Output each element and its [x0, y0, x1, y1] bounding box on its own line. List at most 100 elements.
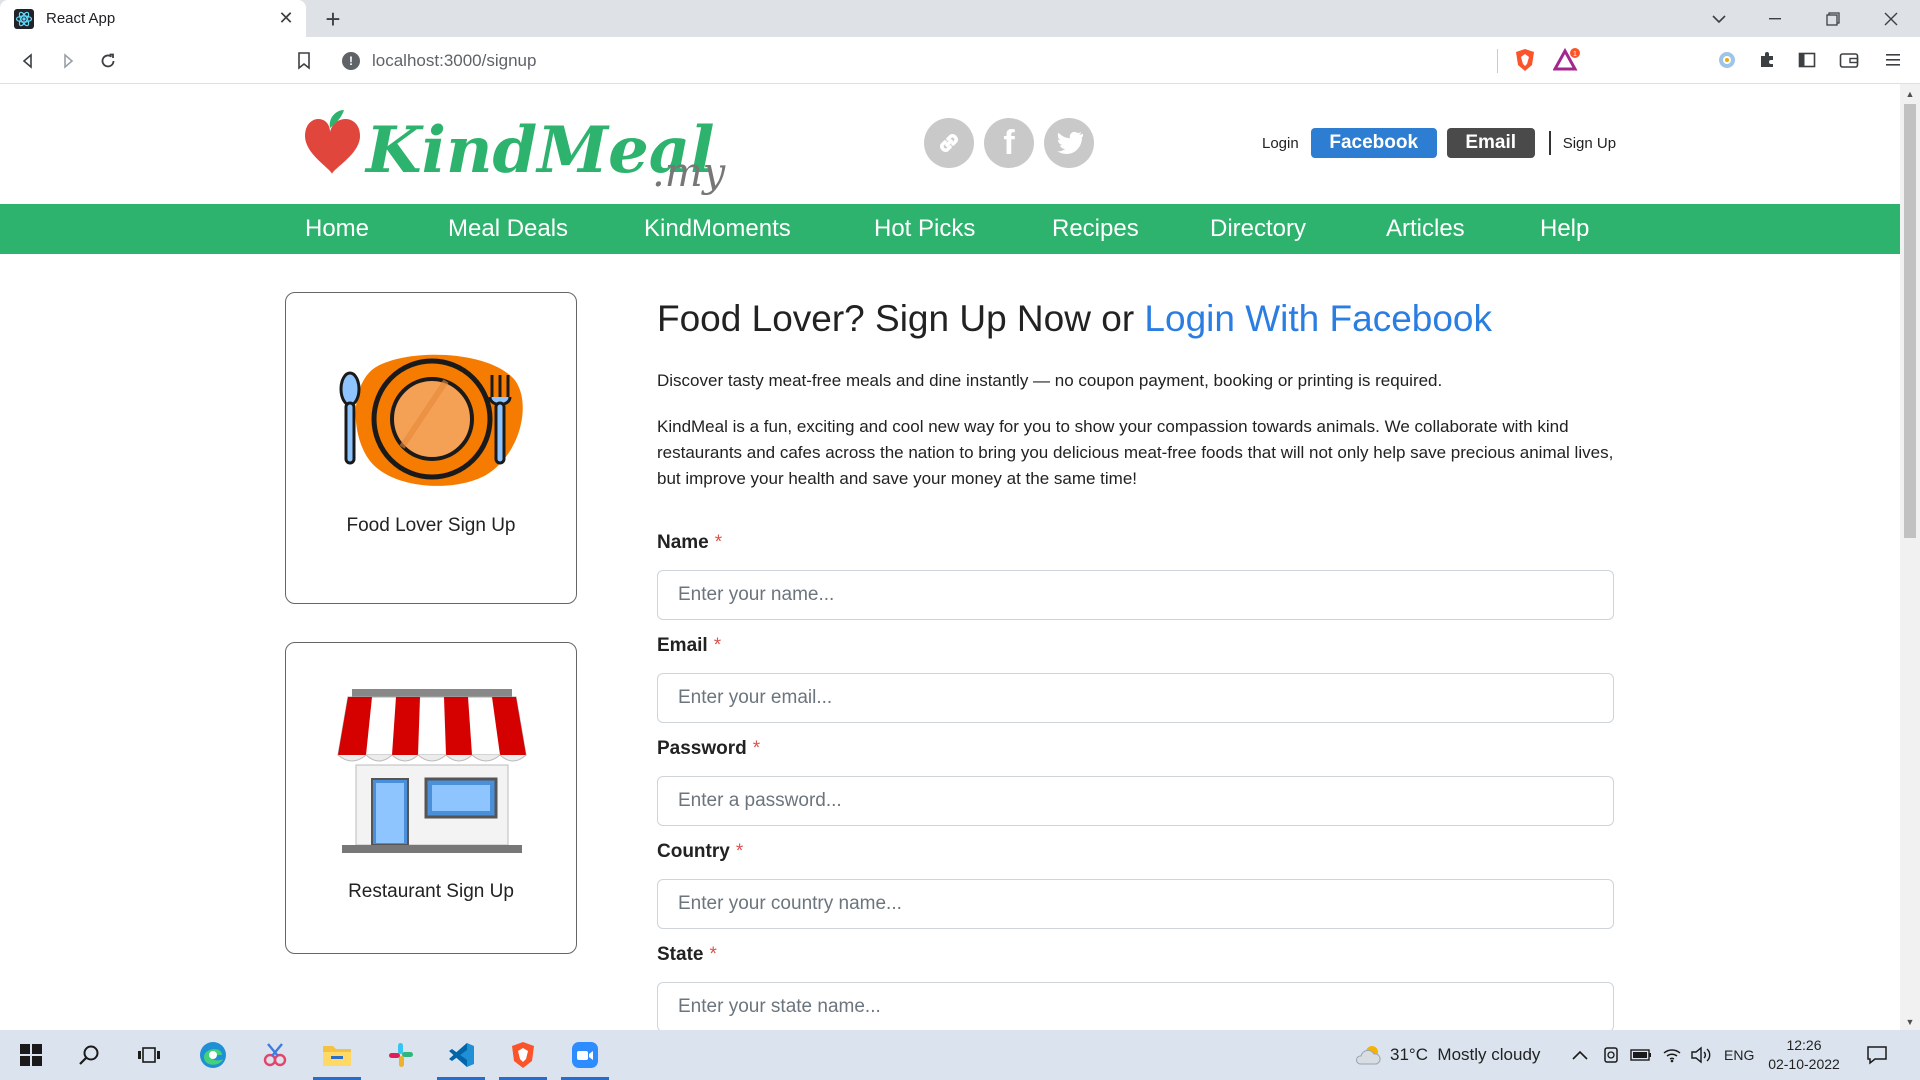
nav-hot-picks[interactable]: Hot Picks [874, 204, 975, 254]
scroll-down-arrow-icon[interactable]: ▼ [1900, 1014, 1920, 1030]
back-button[interactable] [12, 45, 44, 77]
menu-icon[interactable] [1878, 45, 1908, 75]
cloudy-weather-icon [1356, 1046, 1381, 1065]
battery-icon[interactable] [1630, 1030, 1652, 1080]
tab-search-icon[interactable] [1696, 0, 1742, 37]
weather-widget[interactable]: 31°C Mostly cloudy [1354, 1030, 1540, 1080]
tab-title: React App [46, 10, 116, 27]
brave-shields-icon[interactable] [1510, 45, 1540, 75]
weather-text: 31°C Mostly cloudy [1390, 1045, 1541, 1064]
email-label: Email * [657, 635, 721, 657]
sidebar-toggle-icon[interactable] [1792, 45, 1822, 75]
state-label-text: State [657, 944, 704, 965]
intro-text: Discover tasty meat-free meals and dine … [657, 371, 1443, 390]
page-title: Food Lover? Sign Up Now or Login With Fa… [657, 298, 1492, 340]
password-input[interactable] [657, 776, 1614, 826]
bookmark-icon[interactable] [288, 45, 320, 77]
clock[interactable]: 12:26 02-10-2022 [1768, 1030, 1840, 1080]
close-window-button[interactable] [1868, 0, 1914, 37]
brave-browser-icon[interactable] [506, 1038, 540, 1072]
login-with-facebook-link[interactable]: Login With Facebook [1144, 298, 1492, 339]
device-icon[interactable] [1602, 1030, 1620, 1080]
nav-meal-deals[interactable]: Meal Deals [448, 204, 568, 254]
state-label: State * [657, 944, 717, 966]
email-login-button[interactable]: Email [1446, 128, 1535, 158]
state-input[interactable] [657, 982, 1614, 1030]
wifi-icon[interactable] [1662, 1030, 1682, 1080]
link-share-icon[interactable] [924, 118, 974, 168]
show-hidden-icons[interactable] [1572, 1030, 1588, 1080]
nav-home[interactable]: Home [305, 204, 369, 254]
file-explorer-icon[interactable] [320, 1038, 354, 1072]
edge-icon[interactable] [196, 1038, 230, 1072]
extension-icon[interactable] [1712, 45, 1742, 75]
headline-text: Food Lover? Sign Up Now or [657, 298, 1145, 339]
browser-tab[interactable]: React App ✕ [0, 0, 306, 37]
name-input[interactable] [657, 570, 1614, 620]
react-icon [14, 8, 34, 29]
windows-start-icon[interactable] [14, 1038, 48, 1072]
url-text: localhost:3000/signup [372, 50, 537, 70]
nav-directory[interactable]: Directory [1210, 204, 1306, 254]
logo-suffix: .my [652, 150, 727, 196]
slack-icon[interactable] [384, 1038, 418, 1072]
language-indicator[interactable]: ENG [1724, 1030, 1754, 1080]
close-tab-icon[interactable]: ✕ [272, 5, 300, 33]
nav-kindmoments[interactable]: KindMoments [644, 204, 791, 254]
snipping-tool-icon[interactable] [258, 1038, 292, 1072]
storefront-icon [337, 689, 527, 853]
country-input[interactable] [657, 879, 1614, 929]
brave-rewards-icon[interactable]: 1 [1552, 45, 1582, 75]
nav-articles[interactable]: Articles [1386, 204, 1465, 254]
url-bar[interactable]: ! localhost:3000/signup [332, 43, 1592, 78]
required-mark: * [752, 738, 761, 759]
facebook-login-button[interactable]: Facebook [1310, 128, 1437, 158]
password-label-text: Password [657, 738, 747, 759]
restore-button[interactable] [1810, 0, 1856, 37]
main-navigation: Home Meal Deals KindMoments Hot Picks Re… [0, 204, 1900, 254]
required-mark: * [714, 532, 723, 553]
page-scrollbar[interactable]: ▲ ▼ [1900, 84, 1920, 1030]
windows-taskbar: 31°C Mostly cloudy ENG 12:26 02-10-2022 [0, 1030, 1920, 1080]
browser-tab-strip: React App ✕ + [0, 0, 1920, 37]
scrollbar-thumb[interactable] [1904, 104, 1916, 538]
site-info-icon[interactable]: ! [342, 51, 360, 70]
web-page: KindMeal .my f Login Facebook Email Sign… [0, 84, 1900, 1030]
volume-icon[interactable] [1690, 1030, 1712, 1080]
divider [1548, 131, 1551, 155]
email-input[interactable] [657, 673, 1614, 723]
task-view-icon[interactable] [132, 1038, 166, 1072]
rewards-badge: 1 [1573, 51, 1577, 58]
country-label: Country * [657, 841, 743, 863]
food-lover-signup-card[interactable]: Food Lover Sign Up [285, 292, 577, 604]
name-label: Name * [657, 532, 722, 554]
password-label: Password * [657, 738, 760, 760]
auth-links: Login Facebook Email Sign Up [1262, 128, 1616, 158]
puzzle-extensions-icon[interactable] [1752, 45, 1782, 75]
restaurant-card-label: Restaurant Sign Up [348, 881, 514, 902]
name-label-text: Name [657, 532, 709, 553]
notifications-icon[interactable] [1866, 1030, 1888, 1080]
search-icon[interactable] [72, 1038, 106, 1072]
kindmeal-logo[interactable]: KindMeal .my [300, 102, 750, 202]
minimize-button[interactable] [1752, 0, 1798, 37]
plate-icon [339, 354, 523, 486]
vscode-icon[interactable] [444, 1038, 478, 1072]
new-tab-button[interactable]: + [318, 4, 348, 34]
forward-button[interactable] [52, 45, 84, 77]
scroll-up-arrow-icon[interactable]: ▲ [1900, 86, 1920, 102]
nav-help[interactable]: Help [1540, 204, 1589, 254]
signup-link[interactable]: Sign Up [1563, 135, 1616, 152]
wallet-icon[interactable] [1834, 45, 1864, 75]
required-mark: * [735, 841, 744, 862]
description-text: KindMeal is a fun, exciting and cool new… [657, 417, 1614, 488]
clock-date: 02-10-2022 [1768, 1056, 1840, 1072]
facebook-icon[interactable]: f [984, 118, 1034, 168]
nav-recipes[interactable]: Recipes [1052, 204, 1139, 254]
zoom-icon[interactable] [568, 1038, 602, 1072]
twitter-icon[interactable] [1044, 118, 1094, 168]
country-label-text: Country [657, 841, 730, 862]
login-label: Login [1262, 134, 1299, 152]
reload-button[interactable] [92, 45, 124, 77]
restaurant-signup-card[interactable]: Restaurant Sign Up [285, 642, 577, 954]
